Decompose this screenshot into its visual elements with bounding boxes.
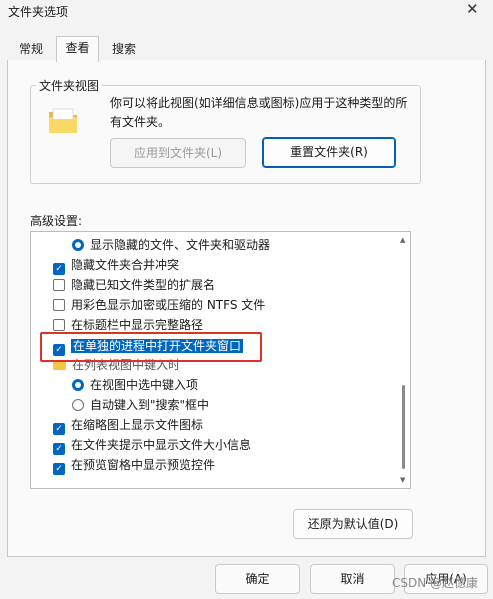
cancel-button[interactable]: 取消	[310, 564, 395, 594]
advanced-settings-label: 高级设置:	[30, 214, 83, 228]
close-icon[interactable]: ✕	[466, 0, 479, 18]
annotation-highlight-box	[40, 332, 262, 362]
list-item[interactable]: 自动键入到"搜索"框中	[72, 395, 209, 415]
checkbox-unchecked-icon[interactable]	[53, 299, 65, 311]
checkbox-checked-icon[interactable]: ✓	[53, 443, 65, 455]
scroll-down-icon[interactable]: ▼	[400, 476, 405, 484]
tab-search[interactable]: 搜索	[107, 38, 141, 60]
watermark: CSDN @赵德康	[392, 576, 479, 590]
list-item[interactable]: ✓ 在文件夹提示中显示文件大小信息	[53, 435, 251, 455]
apply-to-folders-button[interactable]: 应用到文件夹(L)	[110, 138, 246, 168]
tab-view[interactable]: 查看	[56, 36, 99, 62]
radio-checked-icon[interactable]	[72, 379, 84, 391]
ok-button[interactable]: 确定	[215, 564, 300, 594]
restore-defaults-button[interactable]: 还原为默认值(D)	[293, 509, 413, 539]
checkbox-checked-icon[interactable]: ✓	[53, 263, 65, 275]
list-item[interactable]: 用彩色显示加密或压缩的 NTFS 文件	[53, 295, 265, 315]
radio-checked-icon[interactable]	[72, 239, 84, 251]
list-item[interactable]: 隐藏已知文件类型的扩展名	[53, 275, 215, 295]
tab-general[interactable]: 常规	[14, 38, 48, 60]
list-item[interactable]: ✓ 在预览窗格中显示预览控件	[53, 455, 215, 475]
radio-unchecked-icon[interactable]	[72, 399, 84, 411]
scrollbar-thumb[interactable]	[402, 385, 405, 469]
window-title: 文件夹选项	[8, 5, 69, 19]
folder-views-description: 你可以将此视图(如详细信息或图标)应用于这种类型的所有文件夹。	[110, 96, 408, 129]
list-item[interactable]: ✓ 在缩略图上显示文件图标	[53, 415, 203, 435]
folder-icon	[49, 108, 77, 133]
checkbox-unchecked-icon[interactable]	[53, 279, 65, 291]
list-item[interactable]: 在视图中选中键入项	[72, 375, 198, 395]
checkbox-checked-icon[interactable]: ✓	[53, 423, 65, 435]
checkbox-checked-icon[interactable]: ✓	[53, 463, 65, 475]
list-item[interactable]: ✓ 隐藏文件夹合并冲突	[53, 255, 179, 275]
folder-views-title: 文件夹视图	[36, 77, 103, 94]
checkbox-unchecked-icon[interactable]	[53, 319, 65, 331]
scroll-up-icon[interactable]: ▲	[400, 236, 405, 244]
list-item[interactable]: 显示隐藏的文件、文件夹和驱动器	[72, 235, 270, 255]
reset-folders-button[interactable]: 重置文件夹(R)	[262, 137, 396, 168]
